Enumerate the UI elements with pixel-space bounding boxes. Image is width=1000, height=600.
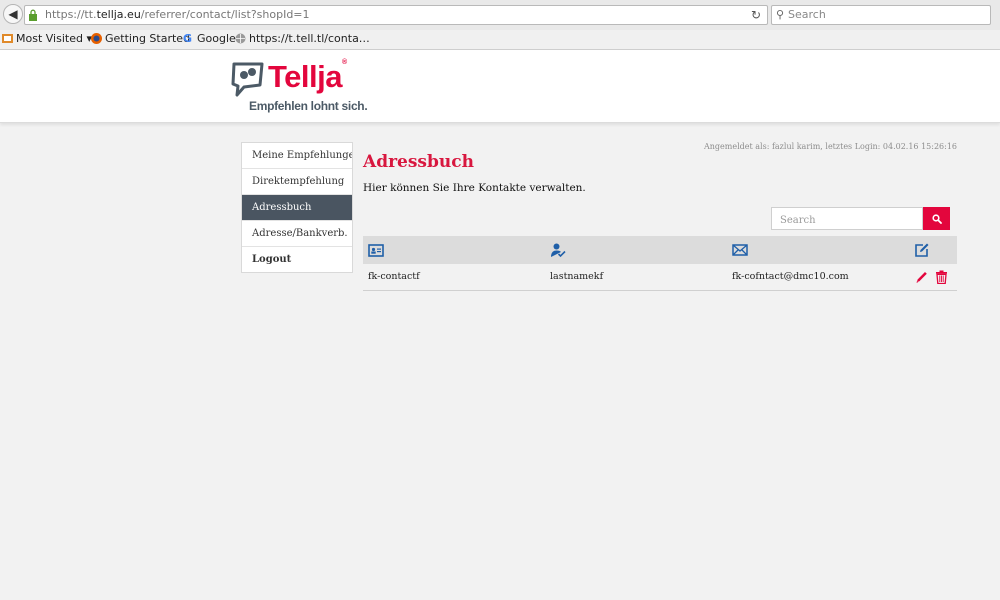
lock-icon [29, 9, 37, 21]
sidebar-item-meine-empfehlungen[interactable]: Meine Empfehlungen [242, 143, 352, 169]
page-subtitle: Hier können Sie Ihre Kontakte verwalten. [363, 182, 586, 194]
sidebar-item-adressbuch[interactable]: Adressbuch [242, 195, 352, 221]
browser-search-field[interactable]: ⚲ Search [771, 5, 991, 25]
table-header [363, 236, 957, 264]
bookmark-getting-started[interactable]: Getting Started [91, 32, 190, 45]
edit-icon [915, 243, 929, 257]
browser-search-placeholder: Search [788, 8, 826, 21]
search-button[interactable] [923, 207, 950, 230]
bookmark-most-visited[interactable]: Most Visited ▾ [2, 32, 92, 45]
trash-icon[interactable] [935, 270, 948, 284]
contact-search-input[interactable] [772, 210, 928, 231]
sidebar-item-adresse-bankverb[interactable]: Adresse/Bankverb. [242, 221, 352, 247]
firefox-icon [91, 33, 102, 44]
reload-icon[interactable]: ↻ [747, 7, 765, 23]
sidebar-item-logout[interactable]: Logout [242, 247, 352, 272]
pencil-icon[interactable] [915, 270, 928, 284]
id-card-icon [368, 244, 384, 257]
search-icon: ⚲ [776, 8, 785, 21]
sidebar-item-direktempfehlung[interactable]: Direktempfehlung [242, 169, 352, 195]
contact-last-name: lastnamekf [550, 271, 604, 282]
contact-first-name: fk-contactf [368, 271, 420, 282]
envelope-icon [732, 244, 748, 256]
table-row[interactable]: fk-contactf lastnamekf fk-cofntact@dmc10… [363, 264, 957, 291]
site-header: Tellja® Empfehlen lohnt sich. [0, 50, 1000, 123]
url-text: https://tt.tellja.eu/referrer/contact/li… [45, 8, 310, 21]
tellja-logo[interactable]: Tellja® Empfehlen lohnt sich. [230, 59, 368, 115]
user-check-icon [551, 243, 566, 258]
contact-email: fk-cofntact@dmc10.com [732, 271, 849, 282]
url-bar[interactable]: https://tt.tellja.eu/referrer/contact/li… [24, 5, 768, 25]
most-visited-icon [2, 34, 13, 43]
logo-wordmark: Tellja® [268, 59, 347, 94]
page-title: Adressbuch [363, 152, 474, 172]
search-icon [931, 213, 942, 224]
back-button[interactable]: ◀ [3, 4, 23, 24]
google-icon: G [183, 32, 193, 45]
globe-icon [235, 33, 246, 44]
contacts-table: fk-contactf lastnamekf fk-cofntact@dmc10… [363, 236, 957, 291]
browser-toolbar: ◀ https://tt.tellja.eu/referrer/contact/… [0, 0, 1000, 31]
logo-tagline: Empfehlen lohnt sich. [249, 99, 368, 113]
bookmark-google[interactable]: G Google [183, 32, 236, 45]
speech-bubble-logo-icon [231, 62, 264, 97]
login-info: Angemeldet als: fazlul karim, letztes Lo… [704, 142, 957, 151]
contact-search-field[interactable] [771, 207, 928, 231]
bookmarks-bar: Most Visited ▾ Getting Started G Google … [0, 30, 1000, 50]
sidebar-nav: Meine Empfehlungen Direktempfehlung Adre… [241, 142, 353, 273]
bookmark-tell-link[interactable]: https://t.tell.tl/conta… [235, 32, 370, 45]
